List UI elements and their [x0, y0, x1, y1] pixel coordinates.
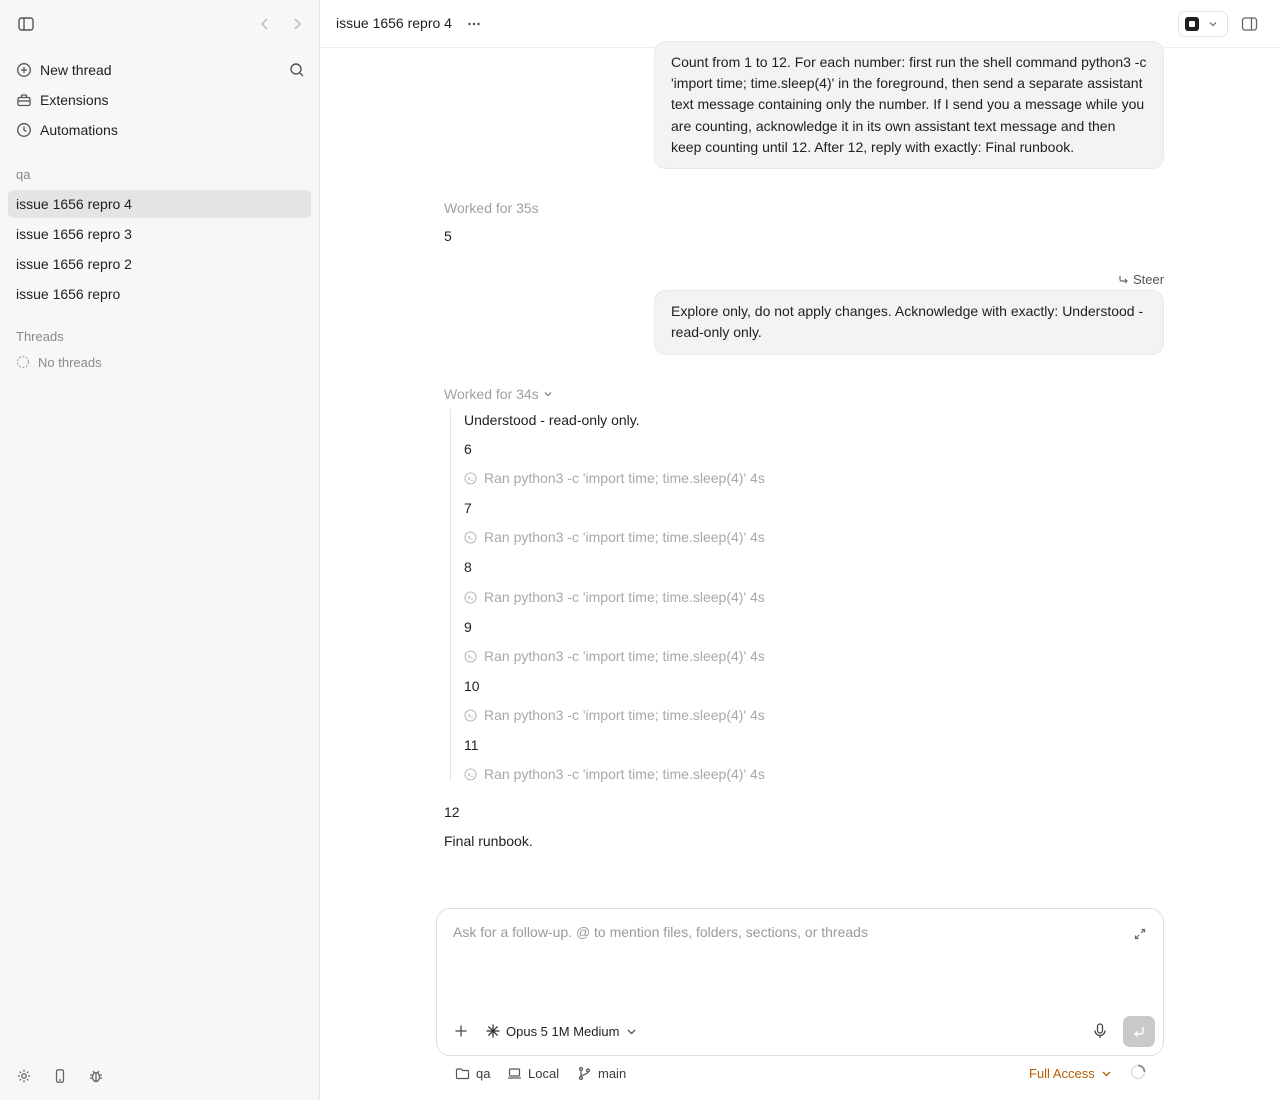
thread-item[interactable]: issue 1656 repro 2 — [8, 250, 311, 278]
no-threads-row: No threads — [16, 353, 102, 371]
assistant-message: Understood - read-only only. — [464, 412, 640, 428]
more-options-icon[interactable] — [466, 16, 482, 32]
command-run-row[interactable]: Ran python3 -c 'import time; time.sleep(… — [464, 529, 765, 545]
assistant-message: 8 — [464, 559, 472, 575]
command-run-label: Ran python3 -c 'import time; time.sleep(… — [484, 470, 765, 486]
assistant-message: 6 — [464, 441, 472, 457]
mobile-device-icon[interactable] — [52, 1068, 68, 1084]
clock-icon — [16, 122, 32, 138]
chevron-down-icon — [1207, 18, 1219, 30]
model-spark-icon — [485, 1023, 501, 1039]
sidebar-toolbar — [0, 0, 320, 48]
access-level-selector[interactable]: Full Access — [1029, 1064, 1112, 1082]
model-label: Opus 5 1M Medium — [506, 1023, 620, 1039]
sidebar-item-automations[interactable]: Automations — [8, 116, 311, 144]
follow-up-input[interactable] — [453, 924, 1113, 940]
command-run-row[interactable]: Ran python3 -c 'import time; time.sleep(… — [464, 648, 765, 664]
environment-selector[interactable]: Local — [507, 1064, 559, 1082]
threads-section-label: Threads — [16, 329, 64, 344]
send-arrow-icon — [1132, 1025, 1146, 1039]
command-run-label: Ran python3 -c 'import time; time.sleep(… — [484, 648, 765, 664]
expand-icon[interactable] — [1133, 927, 1147, 941]
assistant-message: 9 — [464, 619, 472, 635]
microphone-icon[interactable] — [1092, 1022, 1108, 1040]
terminal-icon — [464, 530, 477, 544]
user-message-bubble: Explore only, do not apply changes. Ackn… — [654, 290, 1164, 355]
branch-selector[interactable]: main — [577, 1064, 626, 1082]
app-picker-button[interactable] — [1178, 11, 1228, 37]
command-run-label: Ran python3 -c 'import time; time.sleep(… — [484, 766, 765, 782]
no-threads-label: No threads — [38, 354, 102, 370]
laptop-icon — [507, 1066, 522, 1081]
side-panel-toggle-icon[interactable] — [1241, 16, 1258, 32]
terminal-icon — [464, 471, 477, 485]
assistant-message: 10 — [464, 678, 480, 694]
steer-arrow-icon — [1118, 274, 1129, 285]
toolbox-icon — [16, 92, 32, 108]
terminal-icon — [464, 767, 477, 781]
send-button[interactable] — [1123, 1016, 1155, 1047]
search-icon[interactable] — [288, 61, 306, 79]
gear-icon[interactable] — [16, 1068, 32, 1084]
command-run-row[interactable]: Ran python3 -c 'import time; time.sleep(… — [464, 589, 765, 605]
steer-badge: Steer — [1118, 272, 1164, 287]
sidebar-toggle-icon[interactable] — [17, 15, 35, 33]
composer: Opus 5 1M Medium — [436, 908, 1164, 1056]
worked-duration-label: Worked for 35s — [444, 200, 539, 216]
access-label: Full Access — [1029, 1065, 1095, 1081]
assistant-message: 11 — [464, 737, 479, 753]
command-run-row[interactable]: Ran python3 -c 'import time; time.sleep(… — [464, 470, 765, 486]
branch-label: main — [598, 1065, 627, 1081]
sidebar-item-new-thread[interactable]: New thread — [8, 56, 311, 84]
thread-item-active[interactable]: issue 1656 repro 4 — [8, 190, 311, 218]
chevron-right-icon[interactable] — [289, 16, 305, 32]
sidebar-item-label: Extensions — [40, 92, 109, 108]
environment-label: Local — [528, 1065, 560, 1081]
sidebar-item-label: Automations — [40, 122, 118, 138]
chevron-down-icon — [626, 1026, 637, 1037]
command-run-label: Ran python3 -c 'import time; time.sleep(… — [484, 589, 765, 605]
git-branch-icon — [577, 1066, 592, 1081]
folder-selector[interactable]: qa — [455, 1064, 490, 1082]
assistant-message: 7 — [464, 500, 472, 516]
assistant-message: 12 — [444, 804, 460, 820]
command-run-label: Ran python3 -c 'import time; time.sleep(… — [484, 529, 765, 545]
loading-spinner-icon — [1129, 1063, 1147, 1081]
worked-duration-label: Worked for 34s — [444, 386, 539, 402]
worked-thread-rail — [450, 409, 451, 781]
user-message-bubble: Count from 1 to 12. For each number: fir… — [654, 41, 1164, 169]
thread-item[interactable]: issue 1656 repro — [8, 280, 311, 308]
terminal-icon — [464, 590, 477, 604]
steer-label: Steer — [1133, 272, 1165, 287]
terminal-icon — [464, 649, 477, 663]
dashed-circle-icon — [16, 355, 30, 369]
plus-circle-icon — [16, 62, 32, 78]
command-run-row[interactable]: Ran python3 -c 'import time; time.sleep(… — [464, 707, 765, 723]
thread-item[interactable]: issue 1656 repro 3 — [8, 220, 311, 248]
folder-label: qa — [476, 1065, 491, 1081]
sidebar-item-extensions[interactable]: Extensions — [8, 86, 311, 114]
bug-icon[interactable] — [88, 1068, 104, 1084]
chevron-down-icon — [543, 389, 553, 399]
page-title: issue 1656 repro 4 — [336, 15, 452, 31]
terminal-icon — [464, 708, 477, 722]
project-label[interactable]: qa — [16, 167, 30, 182]
chevron-down-icon — [1101, 1068, 1112, 1079]
assistant-message: Final runbook. — [444, 833, 533, 849]
sidebar: New thread Extensions Automations qa iss… — [0, 0, 320, 1100]
chevron-left-icon[interactable] — [257, 16, 273, 32]
sidebar-item-label: New thread — [40, 62, 112, 78]
command-run-label: Ran python3 -c 'import time; time.sleep(… — [484, 707, 765, 723]
folder-icon — [455, 1066, 470, 1081]
add-attachment-icon[interactable] — [454, 1024, 468, 1038]
worked-duration-toggle[interactable]: Worked for 34s — [444, 386, 553, 402]
command-run-row[interactable]: Ran python3 -c 'import time; time.sleep(… — [464, 766, 765, 782]
assistant-message: 5 — [444, 228, 452, 244]
model-selector[interactable]: Opus 5 1M Medium — [485, 1022, 637, 1040]
app-icon — [1185, 17, 1199, 31]
